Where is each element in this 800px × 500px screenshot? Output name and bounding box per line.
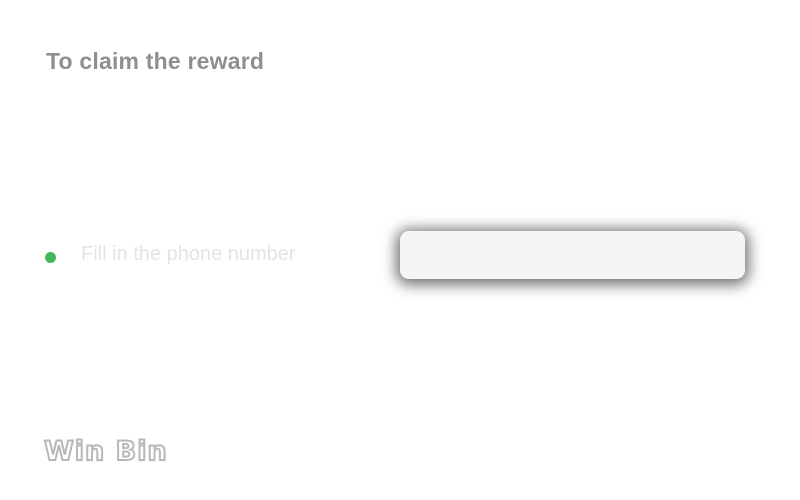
phone-number-input[interactable] [400,231,745,279]
win-bin-logo: Win Bin [43,435,168,468]
phone-step-label: Fill in the phone number [81,243,296,265]
step-indicator-dot [45,252,56,263]
reward-claim-page: To claim the reward Fill in the phone nu… [0,0,800,500]
page-title: To claim the reward [46,48,265,74]
